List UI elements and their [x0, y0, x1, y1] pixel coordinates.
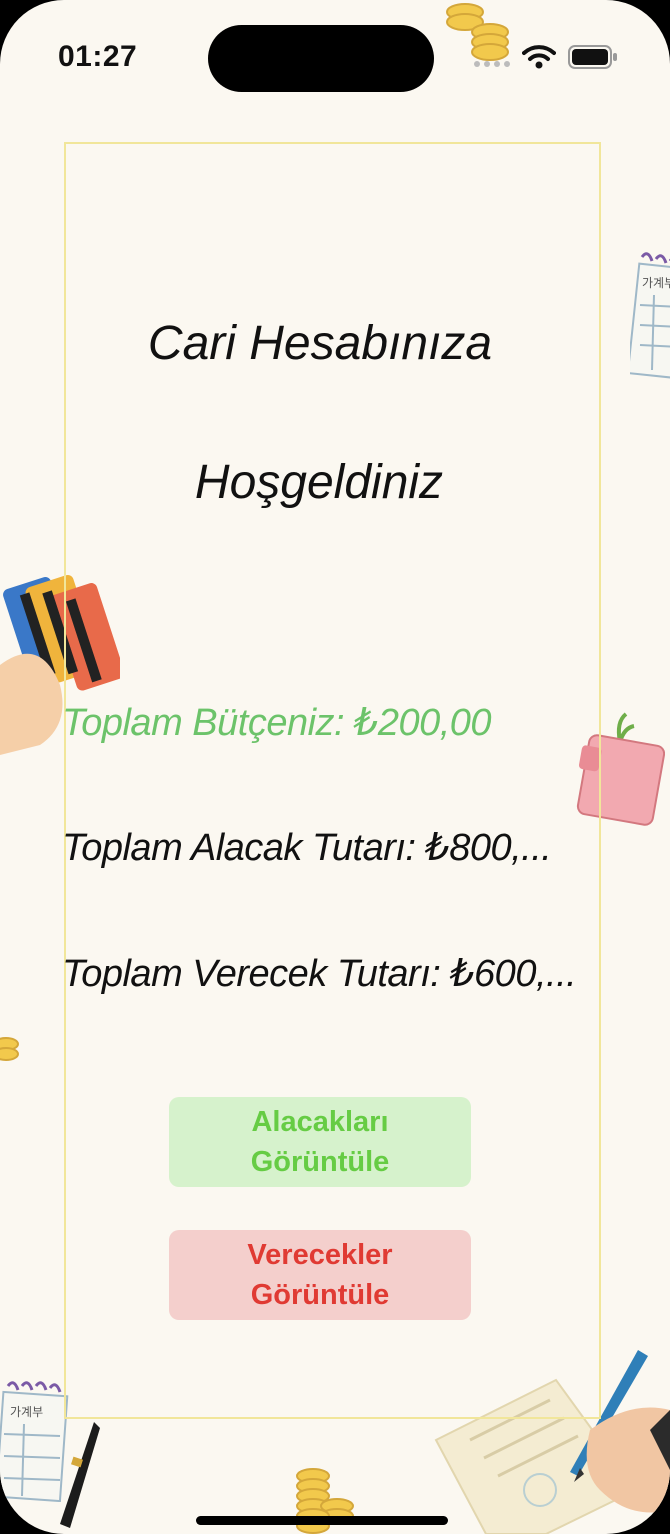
view-payables-button[interactable]: Verecekler Görüntüle	[169, 1230, 471, 1320]
cellular-signal-icon	[474, 58, 514, 68]
pen-icon	[60, 1422, 100, 1528]
coin-icon	[0, 1037, 19, 1061]
status-bar: 01:27	[0, 0, 670, 110]
welcome-title-line-2: Hoşgeldiniz	[194, 456, 444, 509]
welcome-title-line-1: Cari Hesabınıza	[147, 317, 493, 370]
view-receivables-button[interactable]: Alacakları Görüntüle	[169, 1097, 471, 1187]
view-receivables-label-line-1: Alacakları	[251, 1106, 389, 1138]
svg-text:가계부: 가계부	[10, 1405, 43, 1419]
svg-text:가계부: 가계부	[642, 276, 670, 290]
status-time: 01:27	[58, 40, 138, 73]
total-payable-label: Toplam Verecek Tutarı: ₺600,...	[62, 953, 577, 995]
total-budget-label: Toplam Bütçeniz: ₺200,00	[62, 702, 492, 744]
wifi-icon	[522, 45, 556, 69]
view-receivables-label-line-2: Görüntüle	[250, 1146, 390, 1178]
total-receivable-label: Toplam Alacak Tutarı: ₺800,...	[62, 827, 552, 869]
dynamic-island	[208, 25, 434, 92]
view-payables-label-line-2: Görüntüle	[250, 1279, 390, 1311]
home-indicator[interactable]	[196, 1516, 448, 1525]
battery-icon	[568, 45, 617, 69]
view-payables-label-line-1: Verecekler	[247, 1239, 393, 1271]
app-screen: 가계부 가계부 01:27 Cari Hesabınıza Hoşgeldini…	[0, 0, 670, 1534]
